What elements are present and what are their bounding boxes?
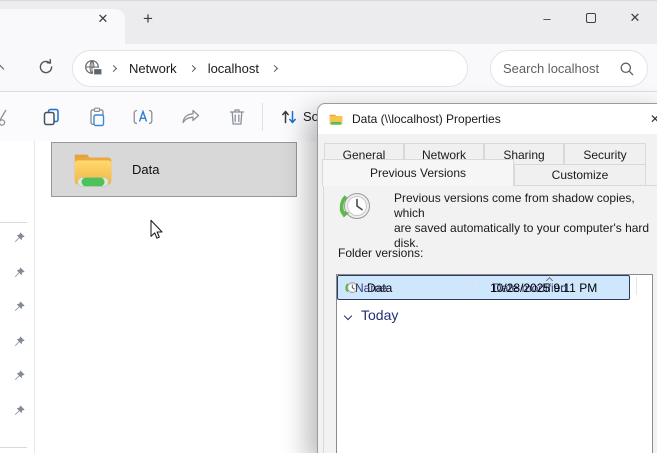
breadcrumb-localhost[interactable]: localhost: [202, 61, 265, 76]
pin-icon[interactable]: [12, 266, 26, 280]
previous-versions-icon: [336, 190, 374, 224]
delete-icon: [226, 106, 248, 128]
share-button[interactable]: [179, 105, 203, 129]
address-row: Network localhost Search localhost: [0, 44, 657, 92]
close-tab-icon[interactable]: ✕: [92, 8, 114, 30]
maximize-icon: [586, 13, 596, 23]
group-collapse-icon[interactable]: [344, 312, 352, 320]
refresh-button[interactable]: [36, 57, 56, 82]
new-tab-button[interactable]: +: [136, 8, 160, 30]
description-line-1: Previous versions come from shadow copie…: [394, 191, 656, 221]
cut-icon: [0, 106, 9, 128]
nav-divider: [0, 222, 27, 223]
file-explorer-window: ✕ + – ✕ Network localhost: [0, 0, 657, 453]
paste-icon: [86, 106, 108, 128]
cut-button[interactable]: [0, 105, 10, 129]
copy-button[interactable]: [39, 105, 63, 129]
delete-button[interactable]: [225, 105, 249, 129]
search-icon: [619, 61, 635, 77]
breadcrumb-chevron-icon: [189, 65, 196, 72]
refresh-icon: [36, 57, 56, 77]
minimize-button[interactable]: –: [532, 5, 562, 31]
maximize-button[interactable]: [576, 5, 606, 31]
dialog-title: Data (\\localhost) Properties: [352, 112, 501, 126]
address-bar[interactable]: Network localhost: [72, 50, 468, 87]
tab-bar: ✕ + – ✕: [0, 0, 657, 44]
pin-icon[interactable]: [12, 335, 26, 349]
rename-icon: [131, 106, 155, 128]
pin-icon[interactable]: [12, 231, 26, 245]
toolbar-divider: [262, 103, 263, 131]
dialog-close-button[interactable]: ✕: [642, 108, 657, 130]
dialog-title-bar[interactable]: Data (\\localhost) Properties: [318, 104, 657, 134]
folder-tile-data[interactable]: Data: [51, 142, 297, 197]
nav-divider: [0, 447, 27, 448]
column-divider[interactable]: [475, 277, 476, 295]
mini-folder-icon: [328, 112, 344, 127]
version-date-modified: 10/28/2025 9:11 PM: [490, 281, 597, 295]
properties-dialog: Data (\\localhost) Properties ✕ General …: [317, 103, 657, 453]
previous-versions-description: Previous versions come from shadow copie…: [394, 191, 656, 251]
pin-icon[interactable]: [12, 300, 26, 314]
tab-customize[interactable]: Customize: [514, 164, 646, 186]
folder-versions-list[interactable]: Name Date modified Today Data 10/28/2025…: [336, 274, 653, 453]
close-window-button[interactable]: ✕: [620, 5, 650, 31]
breadcrumb-chevron-icon[interactable]: [271, 65, 278, 72]
copy-icon: [40, 106, 62, 128]
pin-icon[interactable]: [12, 369, 26, 383]
tab-security[interactable]: Security: [564, 143, 646, 166]
search-box[interactable]: Search localhost: [490, 50, 648, 87]
paste-button[interactable]: [85, 105, 109, 129]
shared-folder-icon: [70, 148, 116, 192]
sort-button[interactable]: [277, 105, 301, 129]
navigation-pane: [0, 141, 35, 453]
folder-tile-label: Data: [132, 162, 159, 177]
share-icon: [180, 106, 202, 128]
sort-icon: [278, 106, 300, 128]
tab-previous-versions[interactable]: Previous Versions: [322, 159, 514, 186]
breadcrumb-network[interactable]: Network: [123, 61, 183, 76]
folder-versions-label: Folder versions:: [338, 246, 423, 260]
search-placeholder: Search localhost: [503, 61, 619, 76]
column-header-name[interactable]: Name: [355, 281, 387, 295]
network-globe-icon: [83, 58, 104, 79]
up-navigation-icon[interactable]: [0, 65, 4, 73]
column-divider[interactable]: [636, 277, 637, 295]
pin-icon[interactable]: [12, 404, 26, 418]
description-line-2: are saved automatically to your computer…: [394, 221, 656, 251]
mouse-cursor: [147, 218, 163, 242]
breadcrumb-chevron-icon: [110, 65, 117, 72]
rename-button[interactable]: [131, 105, 155, 129]
group-header-today[interactable]: Today: [361, 307, 398, 323]
